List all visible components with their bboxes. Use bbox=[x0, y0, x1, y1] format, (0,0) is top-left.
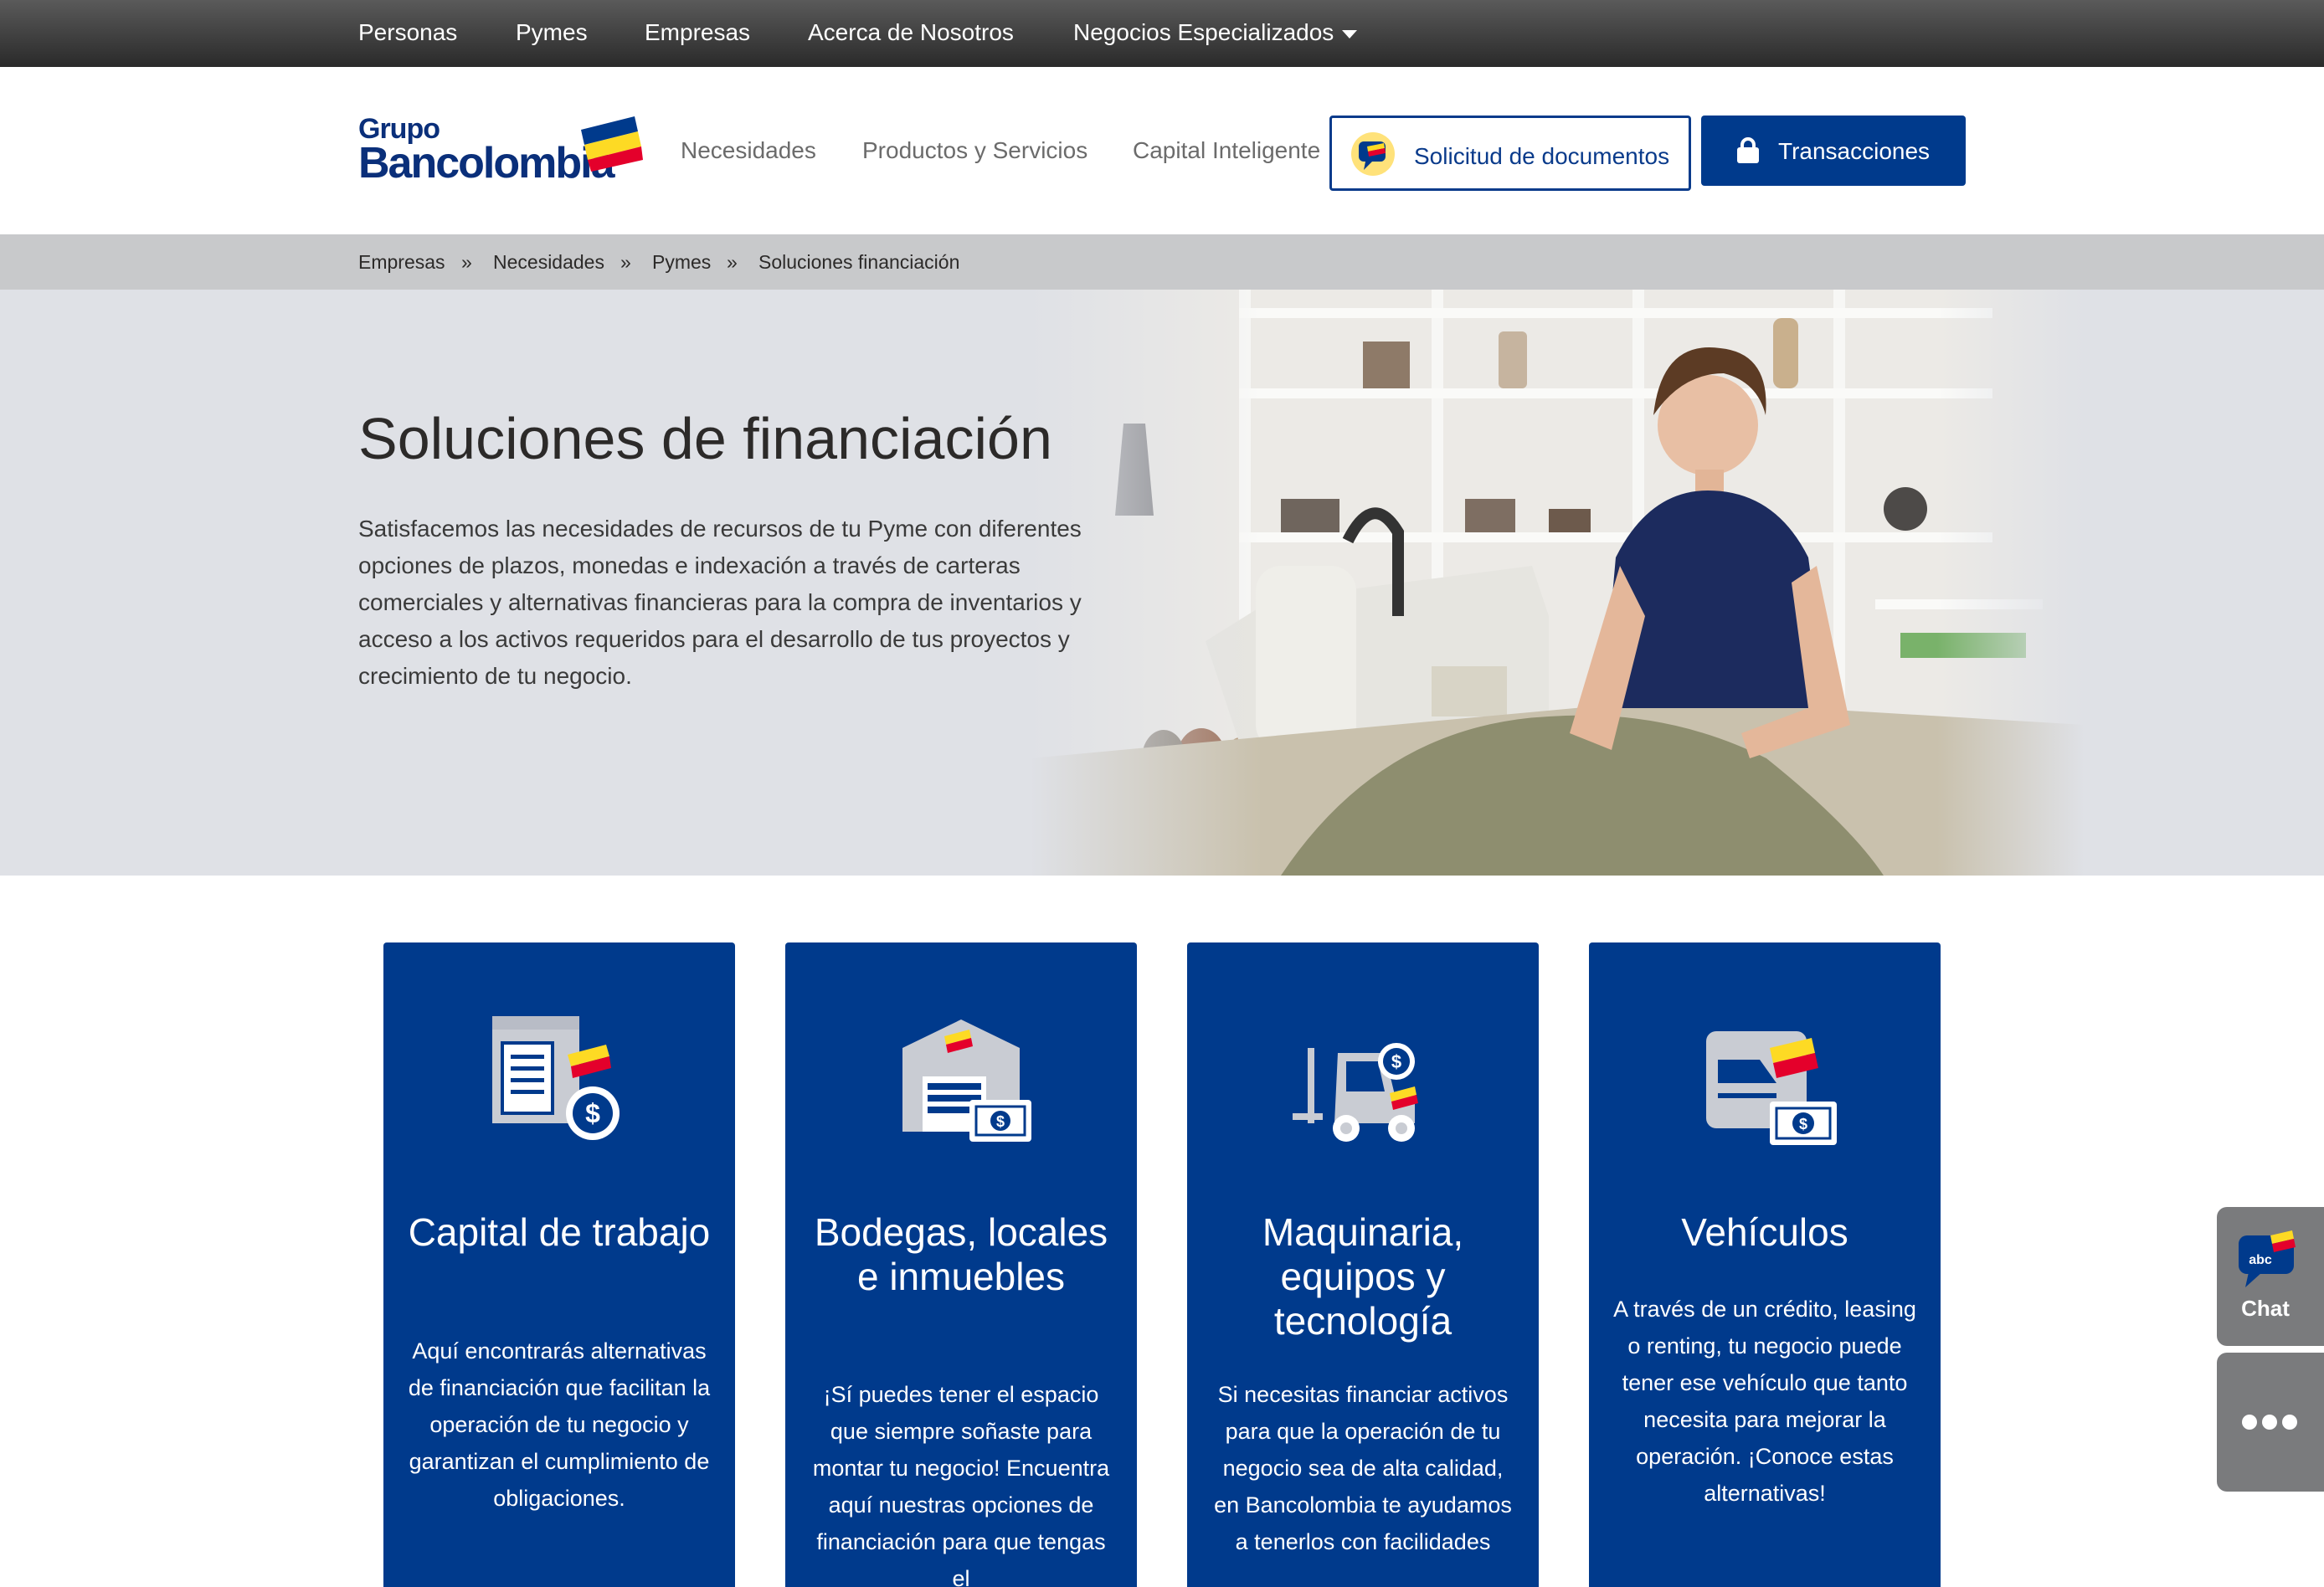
chat-widget-button[interactable]: abc Chat bbox=[2217, 1207, 2324, 1346]
card-description: ¡Sí puedes tener el espacio que siempre … bbox=[812, 1382, 1110, 1587]
transacciones-button[interactable]: Transacciones bbox=[1701, 116, 1966, 186]
topnav-negocios-label: Negocios Especializados bbox=[1073, 19, 1334, 45]
svg-text:$: $ bbox=[585, 1098, 600, 1128]
chat-icon: abc bbox=[2239, 1230, 2296, 1287]
nav-productos-servicios-link[interactable]: Productos y Servicios bbox=[862, 137, 1087, 164]
solicitud-documentos-button[interactable]: Solicitud de documentos bbox=[1329, 116, 1691, 191]
card-capital-de-trabajo[interactable]: $ Capital de trabajo Aquí encontrarás al… bbox=[383, 942, 735, 1587]
topnav-pymes-link[interactable]: Pymes bbox=[516, 19, 588, 46]
card-description: Aquí encontrarás alternativas de financi… bbox=[408, 1338, 711, 1511]
chat-badge-text: abc bbox=[2249, 1253, 2272, 1267]
documents-chat-icon bbox=[1351, 132, 1395, 176]
hero-title: Soluciones de financiación bbox=[358, 406, 1052, 471]
svg-text:$: $ bbox=[996, 1113, 1005, 1130]
seamstress-hero-image bbox=[1030, 290, 2085, 876]
breadcrumb-separator: » bbox=[461, 251, 472, 273]
logo-flag-icon bbox=[581, 116, 643, 172]
more-options-button[interactable] bbox=[2217, 1353, 2324, 1492]
svg-text:$: $ bbox=[1391, 1051, 1401, 1072]
working-capital-icon: $ bbox=[492, 1016, 620, 1140]
forklift-icon: $ bbox=[1293, 1043, 1418, 1142]
card-bodegas-locales-inmuebles[interactable]: $ Bodegas, locales e inmuebles ¡Sí puede… bbox=[785, 942, 1137, 1587]
logo-bancolombia-text: Bancolombia bbox=[358, 139, 614, 187]
solicitud-documentos-label: Solicitud de documentos bbox=[1414, 143, 1670, 169]
nav-necesidades-link[interactable]: Necesidades bbox=[681, 137, 816, 164]
chat-label: Chat bbox=[2241, 1296, 2290, 1321]
warehouse-icon: $ bbox=[902, 1019, 1031, 1142]
card-title: Maquinaria, equipos y tecnología bbox=[1262, 1210, 1464, 1343]
card-title: Vehículos bbox=[1681, 1210, 1848, 1254]
top-navigation-bar: Personas Pymes Empresas Acerca de Nosotr… bbox=[0, 0, 2324, 67]
hero-banner: Soluciones de financiación Satisfacemos … bbox=[0, 290, 2324, 876]
svg-text:$: $ bbox=[1799, 1116, 1807, 1132]
card-vehiculos[interactable]: $ Vehículos A través de un crédito, leas… bbox=[1589, 942, 1941, 1587]
breadcrumb-necesidades-link[interactable]: Necesidades bbox=[493, 251, 604, 274]
more-dots-icon bbox=[2242, 1415, 2257, 1430]
breadcrumb-separator: » bbox=[727, 251, 738, 273]
card-description: A través de un crédito, leasing o rentin… bbox=[1613, 1297, 1916, 1506]
breadcrumb-empresas-link[interactable]: Empresas bbox=[358, 251, 445, 274]
lock-icon bbox=[1737, 137, 1759, 163]
chevron-down-icon bbox=[1342, 29, 1358, 39]
more-dots-icon bbox=[2262, 1415, 2277, 1430]
bancolombia-logo[interactable]: Grupo Bancolombia bbox=[358, 113, 643, 188]
topnav-negocios-especializados-link[interactable]: Negocios Especializados bbox=[1073, 19, 1358, 46]
breadcrumb-current-page: Soluciones financiación bbox=[758, 251, 960, 273]
breadcrumb-pymes-link[interactable]: Pymes bbox=[652, 251, 711, 274]
site-header: Grupo Bancolombia Necesidades Productos … bbox=[0, 67, 2324, 234]
vehicle-icon: $ bbox=[1706, 1031, 1837, 1145]
card-title: Bodegas, locales e inmuebles bbox=[814, 1210, 1108, 1298]
hero-description: Satisfacemos las necesidades de recursos… bbox=[358, 516, 1082, 689]
card-maquinaria-equipos-tecnologia[interactable]: $ Maquinaria, equipos y tecnología Si ne… bbox=[1187, 942, 1539, 1587]
breadcrumb: Empresas » Necesidades » Pymes » Solucio… bbox=[0, 234, 2324, 290]
more-dots-icon bbox=[2282, 1415, 2297, 1430]
card-description: Si necesitas financiar activos para que … bbox=[1214, 1382, 1512, 1554]
breadcrumb-separator: » bbox=[620, 251, 631, 273]
topnav-personas-link[interactable]: Personas bbox=[358, 19, 457, 46]
transacciones-label: Transacciones bbox=[1778, 138, 1931, 164]
topnav-empresas-link[interactable]: Empresas bbox=[645, 19, 750, 46]
topnav-acerca-link[interactable]: Acerca de Nosotros bbox=[808, 19, 1014, 46]
card-title: Capital de trabajo bbox=[408, 1210, 711, 1254]
nav-capital-inteligente-link[interactable]: Capital Inteligente bbox=[1133, 137, 1320, 164]
